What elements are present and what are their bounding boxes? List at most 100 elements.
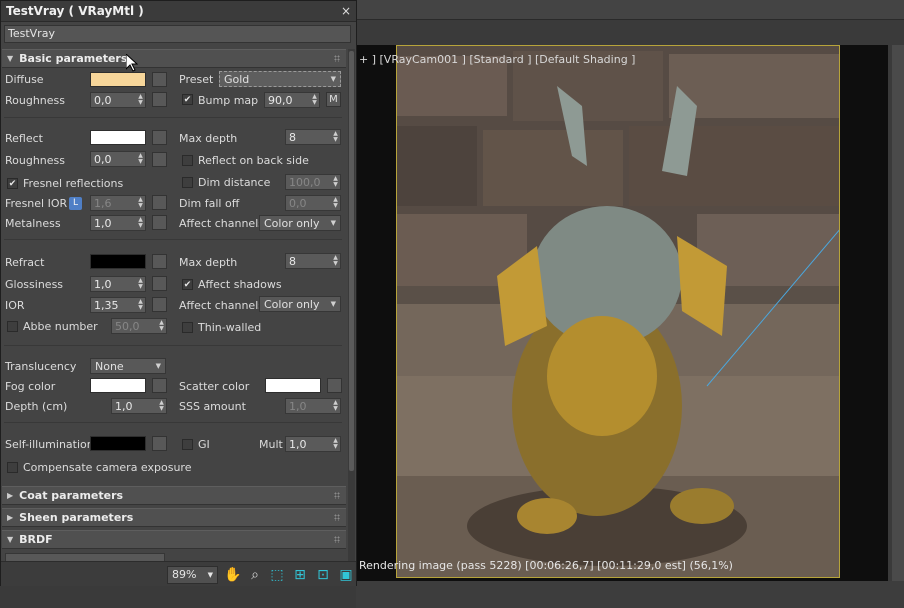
diffuse-map-button[interactable] (152, 72, 167, 87)
scroll-thumb[interactable] (349, 51, 354, 471)
metalness-label: Metalness (5, 217, 61, 230)
spinner-arrows-icon[interactable]: ▲ ▼ (331, 254, 340, 268)
depth-spinner[interactable]: 1,0 ▲ ▼ (111, 398, 167, 414)
spinner-arrows-icon[interactable]: ▲ ▼ (331, 437, 340, 451)
gi-checkbox[interactable] (182, 439, 193, 450)
spinner-arrows-icon[interactable]: ▲ ▼ (331, 130, 340, 144)
zoom-dropdown[interactable]: 89% ▼ (167, 566, 218, 584)
material-name-field[interactable]: TestVray (4, 25, 351, 43)
spinner-arrows-icon[interactable]: ▲ ▼ (136, 93, 145, 107)
self-illumination-swatch[interactable] (90, 436, 146, 451)
rollout-label: Basic parameters (19, 52, 128, 65)
refract-max-depth-spinner[interactable]: 8 ▲ ▼ (285, 253, 341, 269)
abbe-spinner[interactable]: 50,0 ▲ ▼ (111, 318, 167, 334)
close-icon[interactable]: × (339, 4, 353, 18)
spinner-arrows-icon[interactable]: ▲ ▼ (136, 196, 145, 210)
sheen-parameters-rollout[interactable]: ▶ Sheen parameters (2, 508, 346, 527)
fresnel-ior-value: 1,6 (94, 196, 112, 210)
spinner-arrows-icon[interactable]: ▲ ▼ (136, 152, 145, 166)
spinner-arrows-icon[interactable]: ▲ ▼ (331, 399, 340, 413)
render-status: Rendering image (pass 5228) [00:06:26,7]… (359, 559, 733, 572)
preset-label: Preset (179, 73, 214, 86)
spinner-arrows-icon[interactable]: ▲ ▼ (136, 216, 145, 230)
spinner-arrows-icon[interactable]: ▲ ▼ (331, 196, 340, 210)
reflect-max-depth-spinner[interactable]: 8 ▲ ▼ (285, 129, 341, 145)
zoom-region-icon[interactable]: ⬚ (268, 566, 286, 584)
ior-spinner[interactable]: 1,35 ▲ ▼ (90, 297, 146, 313)
fog-color-map-button[interactable] (152, 378, 167, 393)
sss-amount-label: SSS amount (179, 400, 246, 413)
dim-distance-spinner[interactable]: 100,0 ▲ ▼ (285, 174, 341, 190)
preset-dropdown[interactable]: Gold ▼ (219, 71, 341, 87)
mult-spinner[interactable]: 1,0 ▲ ▼ (285, 436, 341, 452)
reflect-color-swatch[interactable] (90, 130, 146, 145)
metalness-map-button[interactable] (152, 215, 167, 230)
scatter-color-swatch[interactable] (265, 378, 321, 393)
zoom-icon[interactable]: ⌕ (246, 566, 264, 584)
bump-map-button[interactable]: M (326, 92, 341, 107)
frame-selected-icon[interactable]: ⊡ (314, 566, 332, 584)
title-bar[interactable]: TestVray ( VRayMtl ) × (1, 1, 356, 22)
brdf-rollout[interactable]: ▼ BRDF (2, 530, 346, 549)
zoom-extents-icon[interactable]: ⊞ (291, 566, 309, 584)
reflect-roughness-map-button[interactable] (152, 152, 167, 167)
bump-map-checkbox[interactable]: ✔ (182, 94, 193, 105)
self-illumination-label: Self-illumination (5, 438, 94, 451)
window-title: TestVray ( VRayMtl ) (6, 4, 144, 18)
fog-color-swatch[interactable] (90, 378, 146, 393)
camera-viewport[interactable]: + ] [VRayCam001 ] [Standard ] [Default S… (357, 45, 888, 581)
glossiness-spinner[interactable]: 1,0 ▲ ▼ (90, 276, 146, 292)
ior-map-button[interactable] (152, 297, 167, 312)
reflect-roughness-spinner[interactable]: 0,0 ▲ ▼ (90, 151, 146, 167)
panel-scrollbar[interactable] (348, 49, 355, 561)
reflect-back-checkbox[interactable] (182, 155, 193, 166)
spinner-arrows-icon[interactable]: ▲ ▼ (331, 175, 340, 189)
reflect-affect-channels-dropdown[interactable]: Color only ▼ (259, 215, 341, 231)
abbe-checkbox[interactable] (7, 321, 18, 332)
viewport-label[interactable]: + ] [VRayCam001 ] [Standard ] [Default S… (359, 53, 635, 66)
dim-distance-checkbox[interactable] (182, 177, 193, 188)
thin-walled-label: Thin-walled (198, 321, 262, 334)
spinner-arrows-icon[interactable]: ▲ ▼ (136, 277, 145, 291)
highlight-icon[interactable]: ▣ (337, 566, 355, 584)
translucency-dropdown[interactable]: None ▼ (90, 358, 166, 374)
sss-amount-spinner[interactable]: 1,0 ▲ ▼ (285, 398, 341, 414)
glossiness-map-button[interactable] (152, 276, 167, 291)
roughness-map-button[interactable] (152, 92, 167, 107)
fresnel-checkbox[interactable]: ✔ (7, 178, 18, 189)
diffuse-label: Diffuse (5, 73, 44, 86)
grip-icon (334, 514, 340, 521)
coat-parameters-rollout[interactable]: ▶ Coat parameters (2, 486, 346, 505)
rollout-label: Coat parameters (19, 489, 124, 502)
self-illumination-map-button[interactable] (152, 436, 167, 451)
dim-falloff-spinner[interactable]: 0,0 ▲ ▼ (285, 195, 341, 211)
refract-affect-channels-dropdown[interactable]: Color only ▼ (259, 296, 341, 312)
metalness-spinner[interactable]: 1,0 ▲ ▼ (90, 215, 146, 231)
hand-pan-icon[interactable]: ✋ (224, 566, 242, 584)
scatter-color-label: Scatter color (179, 380, 250, 393)
checkmark-icon: ✔ (183, 280, 192, 290)
spinner-arrows-icon[interactable]: ▲ ▼ (157, 399, 166, 413)
thin-walled-checkbox[interactable] (182, 322, 193, 333)
spinner-arrows-icon[interactable]: ▲ ▼ (136, 298, 145, 312)
refract-color-swatch[interactable] (90, 254, 146, 269)
spinner-arrows-icon[interactable]: ▲ ▼ (310, 93, 319, 107)
grip-icon (334, 55, 340, 62)
roughness-spinner[interactable]: 0,0 ▲ ▼ (90, 92, 146, 108)
basic-parameters-rollout[interactable]: ▼ Basic parameters (2, 49, 346, 68)
reflect-map-button[interactable] (152, 130, 167, 145)
max-depth-label: Max depth (179, 132, 238, 145)
diffuse-color-swatch[interactable] (90, 72, 146, 87)
collapse-triangle-icon: ▼ (7, 54, 14, 63)
refract-map-button[interactable] (152, 254, 167, 269)
affect-shadows-checkbox[interactable]: ✔ (182, 279, 193, 290)
fresnel-ior-map-button[interactable] (152, 195, 167, 210)
bump-map-spinner[interactable]: 90,0 ▲ ▼ (264, 92, 320, 108)
fresnel-ior-lock-button[interactable]: L (69, 197, 82, 210)
brdf-type-dropdown[interactable] (5, 553, 165, 561)
scatter-color-map-button[interactable] (327, 378, 342, 393)
refract-label: Refract (5, 256, 45, 269)
spinner-arrows-icon[interactable]: ▲ ▼ (157, 319, 166, 333)
compensate-exposure-checkbox[interactable] (7, 462, 18, 473)
fresnel-ior-spinner[interactable]: 1,6 ▲ ▼ (90, 195, 146, 211)
